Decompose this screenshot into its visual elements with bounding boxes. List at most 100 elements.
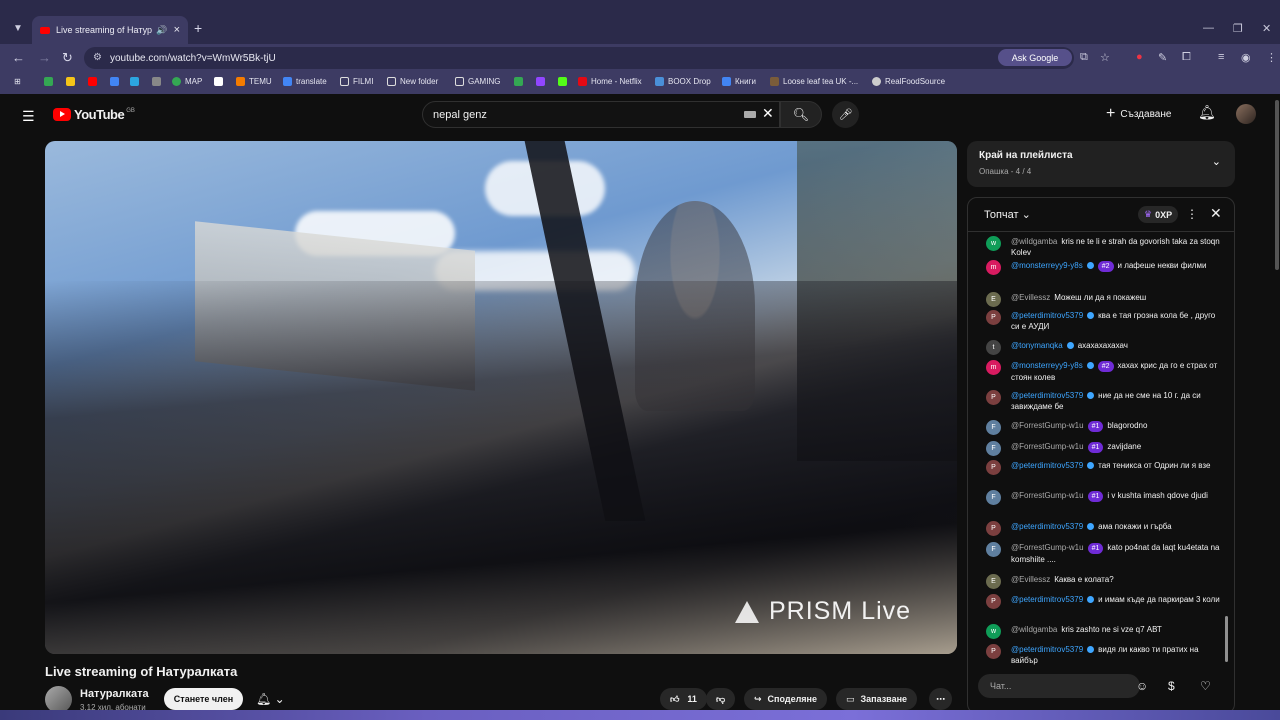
chat-author-name[interactable]: @ForrestGump-w1u [1011, 491, 1084, 500]
chat-author-name[interactable]: @ForrestGump-w1u [1011, 421, 1084, 430]
forward-arrow-icon[interactable]: → [38, 50, 51, 65]
bookmark-icon[interactable] [130, 77, 143, 86]
chat-author-name[interactable]: @peterdimitrov5379 [1011, 391, 1083, 400]
window-close-icon[interactable]: ✕ [1262, 22, 1271, 35]
chat-author-name[interactable]: @peterdimitrov5379 [1011, 522, 1083, 531]
share-button[interactable]: ↪ Споделяне [744, 688, 827, 710]
chat-author-name[interactable]: @ForrestGump-w1u [1011, 543, 1084, 552]
chat-author-name[interactable]: @tonymanqka [1011, 341, 1063, 350]
bookmark-icon[interactable] [44, 77, 57, 86]
chat-author-name[interactable]: @peterdimitrov5379 [1011, 461, 1083, 470]
chat-message[interactable]: P @peterdimitrov5379 ква е тая грозна кола… [986, 310, 1222, 332]
playlist-panel[interactable]: Край на плейлиста Опашка - 4 / 4 ⌄ [967, 141, 1235, 187]
channel-name[interactable]: Натуралката [80, 688, 149, 700]
chat-message[interactable]: P @peterdimitrov5379 и имам къде да паркир… [986, 594, 1222, 609]
tab-search-chevron-icon[interactable]: ▼ [8, 18, 28, 38]
chat-author-avatar[interactable]: F [986, 542, 1001, 557]
chat-message[interactable]: E @Evillessz Каква е колата? [986, 574, 1222, 589]
chat-message[interactable]: w @wildgamba kris ne te li e strah da govo… [986, 236, 1222, 258]
bookmark-icon[interactable] [514, 77, 527, 86]
chat-author-avatar[interactable]: w [986, 236, 1001, 251]
chat-message[interactable]: m @monsterreyy9-y8s #2 хахах крис да го е с… [986, 360, 1222, 383]
chat-author-name[interactable]: @peterdimitrov5379 [1011, 311, 1083, 320]
bookmark-icon[interactable] [88, 77, 101, 86]
bookmark-realfoodsource[interactable]: RealFoodSource [872, 77, 945, 86]
chat-message[interactable]: F @ForrestGump-w1u #1 i v kushta imash qdov… [986, 490, 1222, 505]
extension-icon[interactable]: ● [1136, 51, 1143, 63]
page-scrollbar[interactable] [1275, 100, 1279, 270]
extension-pen-icon[interactable]: ✎ [1158, 51, 1167, 64]
chat-author-name[interactable]: @monsterreyy9-y8s [1011, 361, 1083, 370]
bookmark-gaming[interactable]: GAMING [455, 77, 500, 86]
xp-badge[interactable]: ♛ 0XP [1138, 206, 1179, 223]
new-tab-button[interactable]: + [194, 20, 202, 36]
more-vertical-icon[interactable]: ⋮ [1186, 207, 1198, 221]
notifications-bell-icon[interactable]: 🔔︎ [1198, 104, 1216, 121]
bookmark-translate[interactable]: translate [283, 77, 327, 86]
chat-message[interactable]: P @peterdimitrov5379 ама покажи и гърба [986, 521, 1222, 536]
browser-tab-active[interactable]: Live streaming of Натуралка 🔊 × [32, 16, 188, 44]
bookmark-icon[interactable] [558, 77, 571, 86]
bookmark-loose-leaf-tea[interactable]: Loose leaf tea UK -... [770, 77, 858, 86]
chat-message[interactable]: w @wildgamba kris zashto ne si vze q7 АВТ [986, 624, 1222, 639]
chat-author-avatar[interactable]: t [986, 340, 1001, 355]
chat-author-avatar[interactable]: m [986, 360, 1001, 375]
extensions-puzzle-icon[interactable]: ⧠ [1182, 51, 1191, 64]
chat-author-avatar[interactable]: E [986, 574, 1001, 589]
chat-author-avatar[interactable]: E [986, 292, 1001, 307]
chat-message[interactable]: E @Evillessz Можеш ли да я покажеш [986, 292, 1222, 307]
like-button[interactable]: 👍︎ 11 [660, 688, 707, 710]
dislike-button[interactable]: 👎︎ [706, 688, 736, 710]
chat-author-avatar[interactable]: m [986, 260, 1001, 275]
chrome-menu-icon[interactable]: ⋮ [1266, 51, 1277, 64]
chat-author-avatar[interactable]: P [986, 521, 1001, 536]
address-bar[interactable]: ⚙ youtube.com/watch?v=WmWr5Bk-tjU [84, 47, 1074, 69]
tab-audio-icon[interactable]: 🔊 [156, 25, 167, 36]
chat-author-name[interactable]: @peterdimitrov5379 [1011, 645, 1083, 654]
chat-author-avatar[interactable]: F [986, 490, 1001, 505]
bookmark-boox[interactable]: BOOX Drop [655, 77, 711, 86]
chat-author-avatar[interactable]: P [986, 310, 1001, 325]
bookmark-icon[interactable] [214, 77, 227, 86]
create-button[interactable]: + Създаване [1106, 105, 1171, 123]
channel-avatar[interactable] [45, 686, 72, 713]
chat-author-name[interactable]: @monsterreyy9-y8s [1011, 261, 1083, 270]
search-input[interactable]: nepal genz [422, 101, 780, 128]
heart-icon[interactable]: ♡ [1200, 679, 1211, 693]
chat-scrollbar[interactable] [1225, 616, 1228, 662]
youtube-logo[interactable]: YouTube GB [53, 107, 135, 122]
join-button[interactable]: Станете член [164, 688, 243, 710]
video-player[interactable]: PRISM Live [45, 141, 957, 654]
chat-author-avatar[interactable]: P [986, 644, 1001, 659]
close-chat-icon[interactable]: ✕ [1210, 205, 1222, 222]
site-info-icon[interactable]: ⚙ [93, 52, 102, 63]
chat-author-name[interactable]: @peterdimitrov5379 [1011, 595, 1083, 604]
chat-author-avatar[interactable]: F [986, 441, 1001, 456]
chat-author-avatar[interactable]: P [986, 460, 1001, 475]
menu-hamburger-icon[interactable]: ☰ [22, 108, 35, 125]
chat-message[interactable]: F @ForrestGump-w1u #1 kato po4nat da laqt k… [986, 542, 1222, 565]
cast-icon[interactable]: ⧉ [1080, 51, 1088, 64]
chat-message[interactable]: P @peterdimitrov5379 тая теникса от Одрин … [986, 460, 1222, 475]
chat-message[interactable]: m @monsterreyy9-y8s #2 и лафеше некви филми [986, 260, 1222, 275]
minimize-icon[interactable]: — [1203, 22, 1214, 34]
chat-author-avatar[interactable]: F [986, 420, 1001, 435]
chat-author-name[interactable]: @wildgamba [1011, 625, 1057, 634]
apps-grid-icon[interactable]: ⊞ [14, 77, 21, 86]
profile-icon[interactable]: ◉ [1241, 51, 1251, 64]
bookmark-temu[interactable]: TEMU [236, 77, 272, 86]
chat-author-avatar[interactable]: w [986, 624, 1001, 639]
bookmark-icon[interactable] [66, 77, 79, 86]
super-chat-icon[interactable]: $ [1168, 679, 1175, 693]
bookmark-icon[interactable] [152, 77, 165, 86]
subscription-bell-dropdown[interactable]: 🔔︎ ⌄ [256, 692, 285, 706]
chat-message[interactable]: P @peterdimitrov5379 видя ли какво ти прат… [986, 644, 1222, 666]
reload-icon[interactable]: ↻ [62, 50, 73, 66]
bookmark-knigi[interactable]: Книги [722, 77, 756, 86]
chat-mode-dropdown[interactable]: Топчат ⌄ [984, 208, 1031, 221]
bookmark-netflix[interactable]: Home - Netflix [578, 77, 642, 86]
chat-message[interactable]: t @tonymanqka ахахахахахач [986, 340, 1222, 355]
bookmark-star-icon[interactable]: ☆ [1100, 51, 1110, 64]
chat-input[interactable]: Чат... [978, 674, 1140, 698]
save-button[interactable]: ▭ Запазване [836, 688, 918, 710]
